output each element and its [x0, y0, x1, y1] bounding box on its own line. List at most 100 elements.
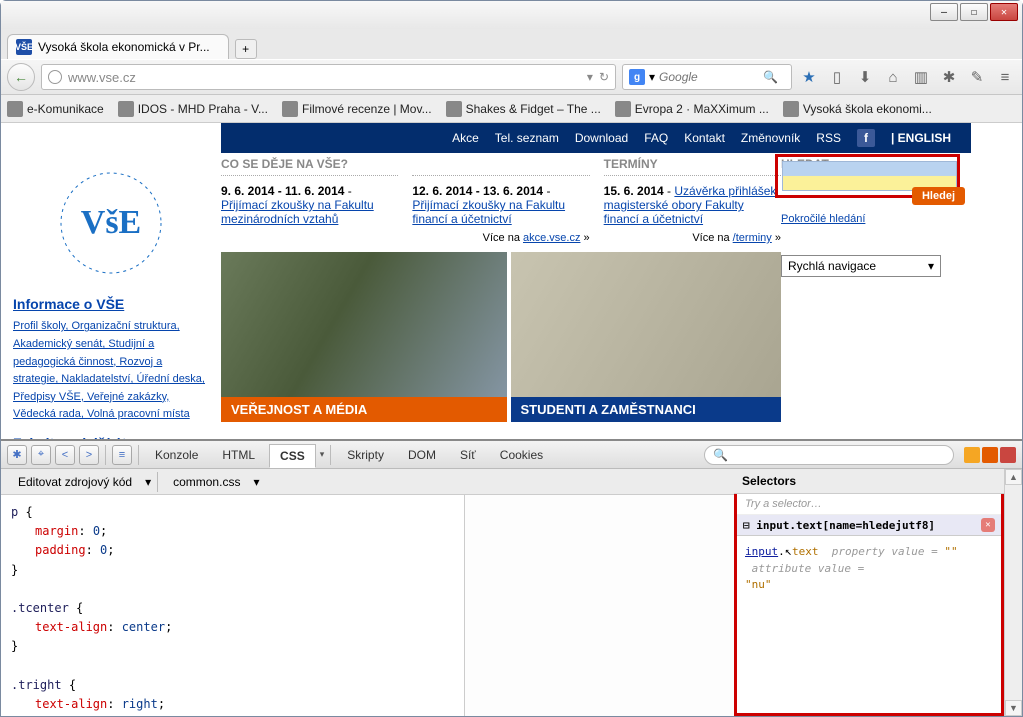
- search-go-icon[interactable]: 🔍: [763, 70, 778, 84]
- browser-tab[interactable]: VŠE Vysoká škola ekonomická v Pr...: [7, 34, 229, 59]
- event-date: 12. 6. 2014 - 13. 6. 2014: [412, 184, 543, 198]
- selector-remove-button[interactable]: ✕: [981, 518, 995, 532]
- url-bar[interactable]: www.vse.cz ▾ ↻: [41, 64, 616, 90]
- topnav-link[interactable]: RSS: [816, 131, 841, 145]
- event-link[interactable]: Přijímací zkoušky na Fakultu mezinárodní…: [221, 198, 374, 226]
- downloads-icon[interactable]: ⬇: [854, 66, 876, 88]
- bookmark-favicon-icon: [282, 101, 298, 117]
- selector-try-input[interactable]: Try a selector…: [737, 494, 1001, 515]
- scroll-up-icon[interactable]: ▲: [1005, 469, 1022, 485]
- vse-logo[interactable]: VšE: [31, 163, 191, 283]
- bookmark-label: Filmové recenze | Mov...: [302, 102, 432, 116]
- event-date: 9. 6. 2014 - 11. 6. 2014: [221, 184, 344, 198]
- reload-icon[interactable]: ↻: [599, 70, 609, 84]
- devtools-popout-button[interactable]: [982, 447, 998, 463]
- url-dropdown-icon[interactable]: ▾: [587, 70, 593, 84]
- devtools-close-button[interactable]: [1000, 447, 1016, 463]
- selectors-tab[interactable]: Selectors: [734, 469, 1004, 494]
- topnav-link[interactable]: Kontakt: [684, 131, 725, 145]
- firebug-toggle-icon[interactable]: ✱: [7, 445, 27, 465]
- left-heading-faculties[interactable]: Fakulty a další útvary: [13, 432, 209, 439]
- devtools-tab-dom[interactable]: DOM: [398, 444, 446, 466]
- new-tab-button[interactable]: +: [235, 39, 257, 59]
- term-date: 15. 6. 2014: [604, 184, 664, 198]
- collapse-icon[interactable]: ⊟: [743, 519, 750, 532]
- bookmark-label: e-Komunikace: [27, 102, 104, 116]
- edit-icon[interactable]: ✎: [966, 66, 988, 88]
- bookmark-item[interactable]: IDOS - MHD Praha - V...: [118, 101, 268, 117]
- favicon-icon: VŠE: [16, 39, 32, 55]
- left-links-info[interactable]: Profil školy, Organizační struktura, Aka…: [13, 320, 205, 420]
- devtools-tab-html[interactable]: HTML: [212, 444, 265, 466]
- devtools-tab-net[interactable]: Síť: [450, 444, 486, 466]
- bookmark-item[interactable]: e-Komunikace: [7, 101, 104, 117]
- chevron-down-icon[interactable]: ▾: [320, 449, 325, 460]
- selector-rule-row[interactable]: ⊟ input.text[name=hledejutf8] ✕: [737, 515, 1001, 536]
- bookmark-item[interactable]: Shakes & Fidget – The ...: [446, 101, 601, 117]
- browser-search-input[interactable]: [659, 70, 759, 84]
- devtools-search-input[interactable]: 🔍: [704, 445, 954, 465]
- banner-public-media[interactable]: VEŘEJNOST A MÉDIA: [221, 252, 507, 422]
- devtools-tab-scripts[interactable]: Skripty: [337, 444, 394, 466]
- bookmark-item[interactable]: Evropa 2 · MaXXimum ...: [615, 101, 769, 117]
- search-submit-button[interactable]: Hledej: [912, 187, 965, 205]
- more-terms-link[interactable]: /terminy: [733, 232, 772, 244]
- selector-tag[interactable]: input: [745, 545, 778, 558]
- google-icon: g: [629, 69, 645, 85]
- edit-source-button[interactable]: Editovat zdrojový kód: [9, 471, 141, 493]
- clipboard-icon[interactable]: ▯: [826, 66, 848, 88]
- url-text: www.vse.cz: [68, 70, 581, 85]
- bookmark-label: Evropa 2 · MaXXimum ...: [635, 102, 769, 116]
- topnav-link[interactable]: FAQ: [644, 131, 668, 145]
- devtools-next-button[interactable]: >: [79, 445, 99, 465]
- advanced-search-link[interactable]: Pokročilé hledání: [781, 213, 971, 225]
- home-icon[interactable]: ⌂: [882, 66, 904, 88]
- css-source-pane[interactable]: p {margin: 0;padding: 0;}.tcenter {text-…: [1, 495, 464, 716]
- devtools-lines-icon[interactable]: ≡: [112, 445, 132, 465]
- selectors-panel: Selectors Try a selector… ⊟ input.text[n…: [734, 469, 1004, 716]
- css-file-selector[interactable]: common.css: [164, 471, 249, 493]
- globe-icon: [48, 70, 62, 84]
- bookmark-item[interactable]: Filmové recenze | Mov...: [282, 101, 432, 117]
- devtools-tab-console[interactable]: Konzole: [145, 444, 208, 466]
- page-content: Akce Tel. seznam Download FAQ Kontakt Zm…: [1, 123, 1022, 439]
- bookmark-favicon-icon: [118, 101, 134, 117]
- selectors-scrollbar[interactable]: ▲ ▼: [1004, 469, 1022, 716]
- bookmark-star-icon[interactable]: ★: [798, 66, 820, 88]
- devtools-prev-button[interactable]: <: [55, 445, 75, 465]
- window-maximize-button[interactable]: ☐: [960, 3, 988, 21]
- topnav-link[interactable]: Změnovník: [741, 131, 800, 145]
- left-heading-info[interactable]: Informace o VŠE: [13, 293, 209, 315]
- more-events-link[interactable]: akce.vse.cz: [523, 232, 580, 244]
- tab-groups-icon[interactable]: ▥: [910, 66, 932, 88]
- banner-students-staff[interactable]: STUDENTI A ZAMĚSTNANCI: [511, 252, 781, 422]
- quick-nav-select[interactable]: Rychlá navigace ▾: [781, 255, 941, 277]
- inspect-element-icon[interactable]: ⌖: [31, 445, 51, 465]
- bookmark-item[interactable]: Vysoká škola ekonomi...: [783, 101, 932, 117]
- topnav-link[interactable]: Akce: [452, 131, 479, 145]
- menu-icon[interactable]: ≡: [994, 66, 1016, 88]
- svg-text:VšE: VšE: [81, 204, 141, 241]
- english-link[interactable]: | ENGLISH: [891, 131, 951, 145]
- event-link[interactable]: Přijímací zkoušky na Fakultu financí a ú…: [412, 198, 565, 226]
- browser-search-box[interactable]: g ▾ 🔍: [622, 64, 792, 90]
- devtools-tab-css[interactable]: CSS: [269, 444, 316, 468]
- column-heading-events: CO SE DĚJE NA VŠE?: [221, 157, 398, 176]
- devtools-minimize-button[interactable]: [964, 447, 980, 463]
- selector-rule-text: input.text[name=hledejutf8]: [756, 519, 935, 532]
- chevron-down-icon[interactable]: ▾: [253, 475, 259, 489]
- quick-nav-label: Rychlá navigace: [788, 259, 876, 273]
- chevron-down-icon[interactable]: ▾: [145, 475, 151, 489]
- window-minimize-button[interactable]: —: [930, 3, 958, 21]
- devtools-tab-cookies[interactable]: Cookies: [490, 444, 553, 466]
- search-dropdown-icon[interactable]: ▾: [649, 70, 655, 84]
- window-close-button[interactable]: ✕: [990, 3, 1018, 21]
- bookmark-favicon-icon: [783, 101, 799, 117]
- topnav-link[interactable]: Download: [575, 131, 628, 145]
- facebook-icon[interactable]: f: [857, 129, 875, 147]
- scroll-down-icon[interactable]: ▼: [1005, 700, 1022, 716]
- back-button[interactable]: ←: [7, 63, 35, 91]
- browser-nav-toolbar: ← www.vse.cz ▾ ↻ g ▾ 🔍 ★ ▯ ⬇ ⌂ ▥ ✱ ✎ ≡: [1, 59, 1022, 95]
- firebug-icon[interactable]: ✱: [938, 66, 960, 88]
- topnav-link[interactable]: Tel. seznam: [495, 131, 559, 145]
